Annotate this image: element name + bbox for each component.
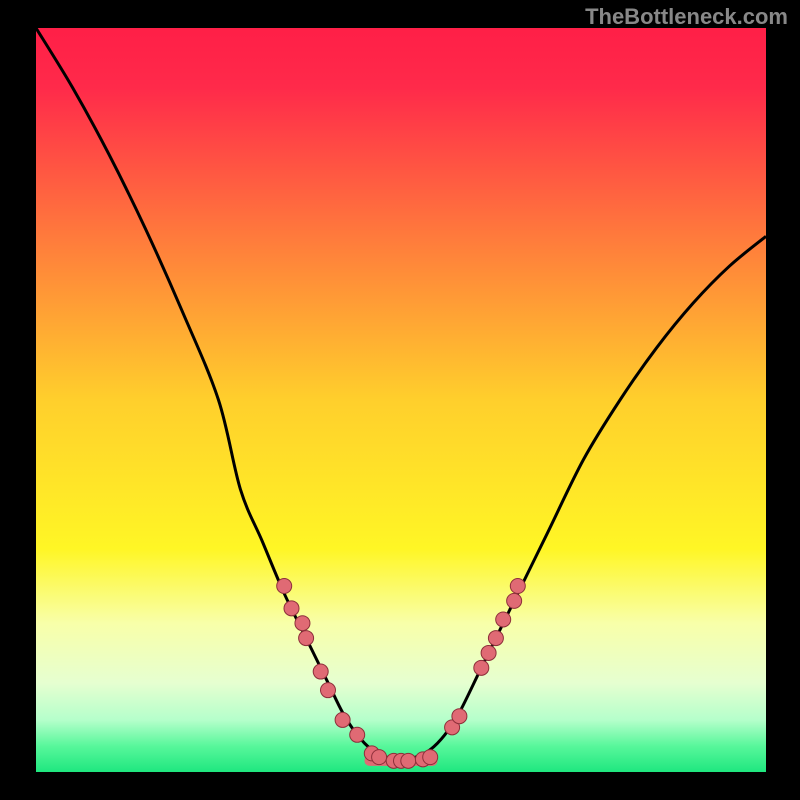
data-marker	[284, 601, 299, 616]
data-marker	[507, 593, 522, 608]
data-marker	[277, 579, 292, 594]
data-marker	[423, 750, 438, 765]
data-marker	[299, 631, 314, 646]
data-marker	[452, 709, 467, 724]
data-marker	[481, 645, 496, 660]
data-marker	[335, 712, 350, 727]
gradient-background	[36, 28, 766, 772]
data-marker	[321, 683, 336, 698]
data-marker	[295, 616, 310, 631]
data-marker	[401, 753, 416, 768]
data-marker	[372, 750, 387, 765]
data-marker	[496, 612, 511, 627]
data-marker	[488, 631, 503, 646]
watermark-text: TheBottleneck.com	[585, 4, 788, 30]
data-marker	[474, 660, 489, 675]
data-marker	[350, 727, 365, 742]
data-marker	[510, 579, 525, 594]
data-marker	[313, 664, 328, 679]
chart-svg	[36, 28, 766, 772]
bottleneck-chart	[36, 28, 766, 772]
